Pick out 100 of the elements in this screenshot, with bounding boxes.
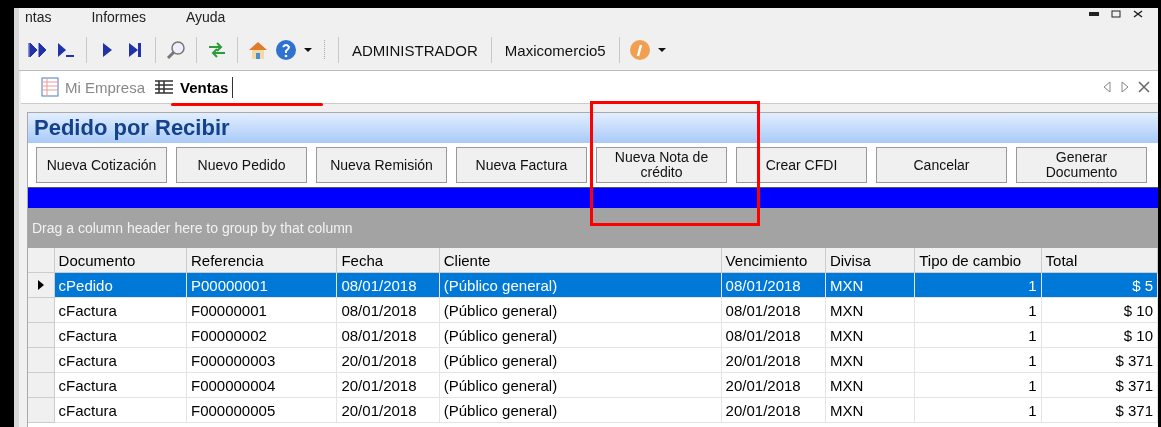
table-cell: 20/01/2018 bbox=[336, 347, 440, 373]
action-button[interactable]: Cancelar bbox=[876, 147, 1007, 183]
table-cell: (Público general) bbox=[439, 297, 722, 323]
table-row[interactable]: cFactura F00000002 08/01/2018 (Público general) 08/01/2018 MXN 1 $ 10 bbox=[28, 322, 1158, 348]
first-record-icon[interactable] bbox=[28, 41, 48, 59]
grid-sheet-icon bbox=[41, 77, 59, 97]
table-cell: $ 10 bbox=[1041, 297, 1158, 323]
scroll-left-icon[interactable] bbox=[1102, 81, 1112, 93]
table-cell: MXN bbox=[825, 272, 915, 298]
table-row[interactable]: cFactura F000000004 20/01/2018 (Público general) 20/01/2018 MXN 1 $ 371 bbox=[28, 372, 1158, 398]
play-icon[interactable] bbox=[100, 41, 114, 59]
action-button[interactable]: Crear CFDI bbox=[736, 147, 867, 183]
table-cell: cFactura bbox=[54, 372, 187, 398]
table-row[interactable]: cFactura F00000001 08/01/2018 (Público general) 08/01/2018 MXN 1 $ 10 bbox=[28, 297, 1158, 323]
row-selector-header bbox=[28, 248, 55, 273]
table-cell: cFactura bbox=[54, 347, 187, 373]
table-cell: 20/01/2018 bbox=[721, 397, 826, 423]
refresh-arrows-icon[interactable] bbox=[207, 41, 227, 59]
table-cell: 20/01/2018 bbox=[336, 372, 440, 398]
search-icon[interactable] bbox=[166, 40, 186, 60]
scroll-right-icon[interactable] bbox=[1120, 81, 1130, 93]
table-cell: $ 5 bbox=[1041, 272, 1158, 298]
user-name: ADMINISTRADOR bbox=[351, 41, 479, 59]
table-cell: 08/01/2018 bbox=[721, 297, 826, 323]
table-cell: 08/01/2018 bbox=[721, 322, 826, 348]
menu-item[interactable]: Informes bbox=[91, 9, 146, 25]
menu-item[interactable]: Ayuda bbox=[185, 9, 226, 25]
action-button[interactable]: Nueva Remisión bbox=[316, 147, 447, 183]
grip-icon[interactable] bbox=[322, 39, 326, 61]
column-header[interactable]: Total bbox=[1041, 248, 1158, 273]
table-cell: $ 371 bbox=[1041, 397, 1158, 423]
column-header[interactable]: Cliente bbox=[439, 248, 722, 273]
table-cell: F000000005 bbox=[186, 397, 337, 423]
close-icon[interactable] bbox=[1132, 10, 1144, 18]
minimize-icon[interactable] bbox=[1088, 10, 1100, 18]
table-cell: MXN bbox=[825, 372, 915, 398]
home-icon[interactable] bbox=[247, 39, 269, 61]
table-cell: F00000002 bbox=[186, 322, 337, 348]
table-cell: 1 bbox=[914, 322, 1042, 348]
table-cell: cFactura bbox=[54, 297, 187, 323]
column-header[interactable]: Tipo de cambio bbox=[914, 248, 1042, 273]
action-button[interactable]: Nueva Nota de crédito bbox=[596, 147, 727, 183]
group-by-hint: Drag a column header here to group by that column bbox=[28, 208, 1158, 248]
table-cell: (Público general) bbox=[439, 397, 722, 423]
table-cell: (Público general) bbox=[439, 372, 722, 398]
table-cell: F000000004 bbox=[186, 372, 337, 398]
table-cell: 1 bbox=[914, 397, 1042, 423]
table-cell: MXN bbox=[825, 322, 915, 348]
table-cell: (Público general) bbox=[439, 347, 722, 373]
table-row[interactable]: cFactura F000000005 20/01/2018 (Público general) 20/01/2018 MXN 1 $ 371 bbox=[28, 397, 1158, 423]
caret-icon[interactable] bbox=[304, 47, 312, 53]
last-record-icon[interactable] bbox=[127, 41, 143, 59]
table-cell: 1 bbox=[914, 347, 1042, 373]
table-row[interactable]: cFactura F000000003 20/01/2018 (Público general) 20/01/2018 MXN 1 $ 371 bbox=[28, 347, 1158, 373]
table-row[interactable]: cPedido P00000001 08/01/2018 (Público general) 08/01/2018 MXN 1 $ 5 bbox=[28, 272, 1158, 298]
table-cell: 1 bbox=[914, 272, 1042, 298]
maximize-icon[interactable] bbox=[1110, 10, 1122, 18]
action-button[interactable]: Nuevo Pedido bbox=[176, 147, 307, 183]
table-cell: F000000003 bbox=[186, 347, 337, 373]
table-cell: 1 bbox=[914, 297, 1042, 323]
caret-icon[interactable] bbox=[657, 47, 666, 53]
list-icon bbox=[154, 79, 175, 95]
action-button[interactable]: Nueva Factura bbox=[456, 147, 587, 183]
action-button[interactable]: Generar Documento bbox=[1016, 147, 1147, 183]
table-cell: 1 bbox=[914, 372, 1042, 398]
table-cell: (Público general) bbox=[439, 322, 722, 348]
table-cell: cPedido bbox=[54, 272, 187, 298]
row-selector[interactable] bbox=[28, 272, 55, 298]
column-header[interactable]: Vencimiento bbox=[721, 248, 826, 273]
column-header[interactable]: Fecha bbox=[336, 248, 440, 273]
current-row-icon bbox=[36, 278, 45, 291]
table-cell: 08/01/2018 bbox=[336, 322, 440, 348]
table-cell: MXN bbox=[825, 347, 915, 373]
column-header[interactable]: Documento bbox=[54, 248, 187, 273]
column-header[interactable]: Divisa bbox=[825, 248, 915, 273]
table-cell: $ 371 bbox=[1041, 372, 1158, 398]
table-cell: (Público general) bbox=[439, 272, 722, 298]
table-cell: $ 10 bbox=[1041, 322, 1158, 348]
table-cell: F00000001 bbox=[186, 297, 337, 323]
action-button[interactable]: Nueva Cotización bbox=[36, 147, 167, 183]
table-cell: 20/01/2018 bbox=[721, 372, 826, 398]
tab[interactable]: Ventas bbox=[150, 76, 234, 98]
tab[interactable]: Mi Empresa bbox=[37, 75, 151, 99]
table-cell: cFactura bbox=[54, 322, 187, 348]
table-cell: 08/01/2018 bbox=[336, 297, 440, 323]
table-cell: 08/01/2018 bbox=[721, 272, 826, 298]
previous-record-icon[interactable] bbox=[56, 41, 76, 59]
table-cell: $ 371 bbox=[1041, 347, 1158, 373]
table-cell: 20/01/2018 bbox=[336, 397, 440, 423]
table-cell: P00000001 bbox=[186, 272, 337, 298]
table-cell: 20/01/2018 bbox=[721, 347, 826, 373]
menu-item[interactable]: ntas bbox=[25, 9, 52, 25]
table-cell: 08/01/2018 bbox=[336, 272, 440, 298]
table-cell: cFactura bbox=[54, 397, 187, 423]
table-cell: MXN bbox=[825, 397, 915, 423]
column-header[interactable]: Referencia bbox=[186, 248, 337, 273]
panel-title: Pedido por Recibir bbox=[28, 113, 1158, 143]
company-name: Maxicomercio5 bbox=[503, 41, 607, 59]
table-cell: MXN bbox=[825, 297, 915, 323]
help-icon[interactable] bbox=[275, 39, 297, 61]
